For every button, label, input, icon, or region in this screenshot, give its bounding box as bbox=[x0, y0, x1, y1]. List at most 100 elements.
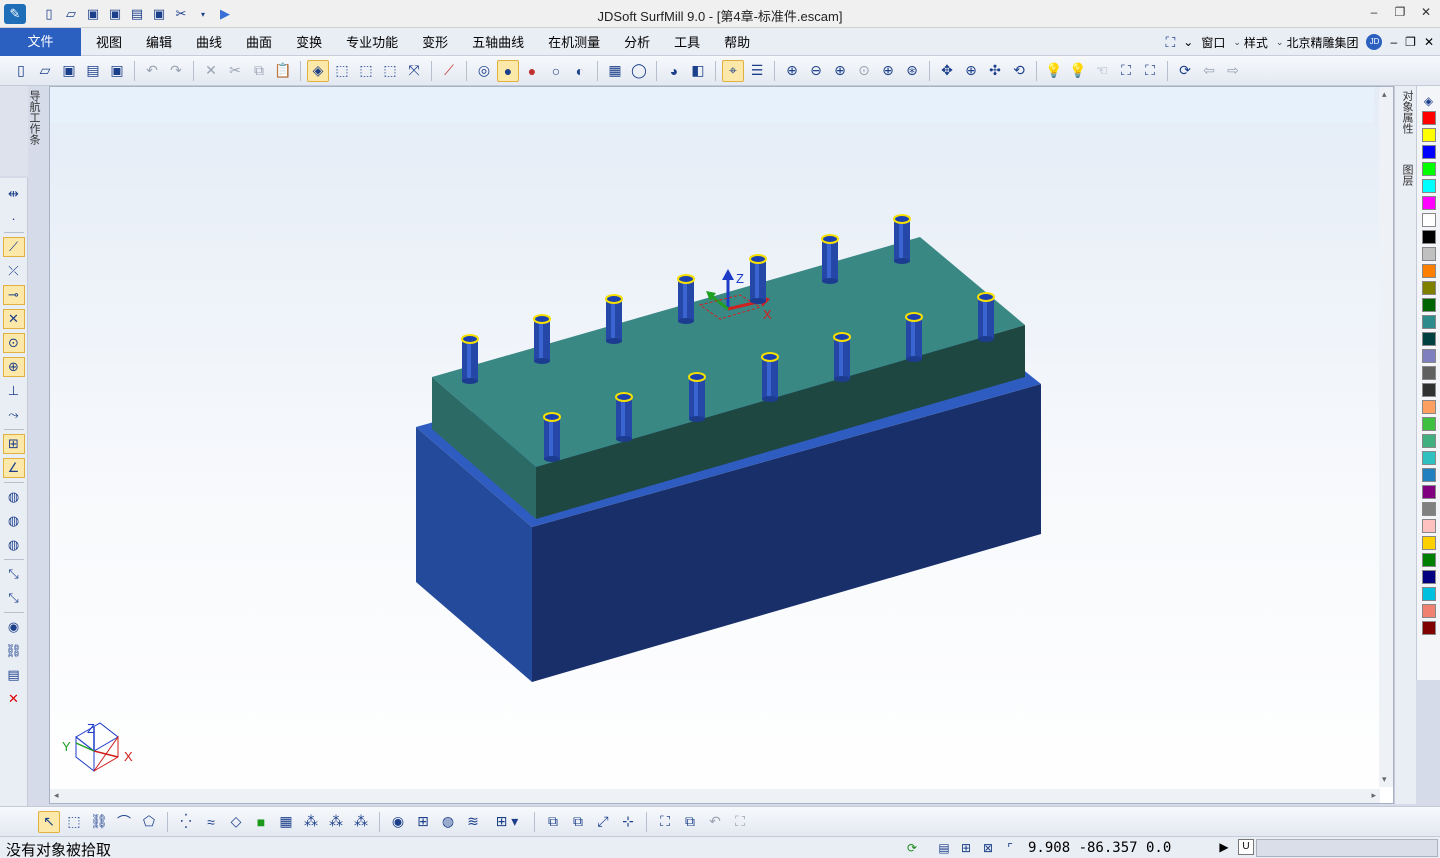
chevron-down-icon[interactable]: ⌄ bbox=[1183, 35, 1193, 49]
view-iso-icon[interactable]: ◈ bbox=[307, 59, 329, 82]
save-all-icon[interactable]: ▣ bbox=[106, 60, 128, 82]
color-swatch[interactable] bbox=[1421, 213, 1436, 227]
clipboard-icon[interactable]: ▤ bbox=[3, 665, 25, 685]
print-icon[interactable]: ▤ bbox=[128, 5, 146, 23]
coordinate-icon[interactable]: ⟋ bbox=[438, 60, 460, 82]
layer-stack-icon[interactable]: ≋ bbox=[462, 811, 484, 833]
user-badge[interactable]: JD bbox=[1366, 34, 1383, 50]
nav-workbar-tab[interactable]: 导航工作条 bbox=[28, 90, 42, 145]
refresh-icon[interactable]: ⟳ bbox=[1174, 60, 1196, 82]
company-menu[interactable]: ⌄ 北京精雕集团 bbox=[1276, 34, 1359, 51]
zoom-out-icon[interactable]: ⊖ bbox=[805, 60, 827, 82]
color-swatch[interactable] bbox=[1421, 298, 1436, 312]
midpoint-icon[interactable]: ⊸ bbox=[2, 285, 25, 305]
cut-icon[interactable]: ✂ bbox=[172, 5, 190, 23]
menu-five-axis-curve[interactable]: 五轴曲线 bbox=[460, 28, 536, 56]
new-file-icon[interactable]: ▯ bbox=[10, 60, 32, 82]
sphere-icon[interactable]: ◯ bbox=[628, 60, 650, 82]
color-swatch[interactable] bbox=[1421, 383, 1436, 397]
ungroup-icon[interactable]: ⧉ bbox=[567, 811, 589, 833]
sync-icon[interactable]: ⟳ bbox=[904, 840, 920, 856]
menu-deform[interactable]: 变形 bbox=[410, 28, 460, 56]
app-logo-icon[interactable]: ✎ bbox=[4, 4, 26, 24]
window-menu[interactable]: 窗口 bbox=[1201, 34, 1225, 51]
back-arrow-icon[interactable]: ⇦ bbox=[1198, 60, 1220, 82]
filter-solid-icon[interactable]: ■ bbox=[250, 811, 272, 833]
render-mode-icon[interactable]: ◐ bbox=[569, 60, 591, 82]
filter-surfaces-icon[interactable]: ◇ bbox=[225, 811, 247, 833]
grid-snap-icon[interactable]: ⊞ bbox=[2, 434, 25, 454]
color-swatch[interactable] bbox=[1421, 621, 1436, 635]
model-canvas[interactable]: Z X Z Y X bbox=[50, 87, 1380, 787]
select-box-icon[interactable]: ⬚ bbox=[63, 811, 85, 833]
color-swatch[interactable] bbox=[1421, 434, 1436, 448]
paste-icon[interactable]: 📋 bbox=[272, 60, 294, 82]
light-blue-icon[interactable]: 💡 bbox=[1043, 60, 1065, 82]
move-point-icon[interactable]: ⇹ bbox=[3, 184, 25, 204]
pan-icon[interactable]: ✥ bbox=[936, 60, 958, 82]
transform-icon[interactable]: ⤢ bbox=[592, 811, 614, 833]
scale-icon[interactable]: ⛶ bbox=[654, 811, 676, 833]
menu-analysis[interactable]: 分析 bbox=[612, 28, 662, 56]
save-icon[interactable]: ▣ bbox=[58, 60, 80, 82]
layer-lock-icon[interactable]: ⊞ bbox=[412, 811, 434, 833]
mesh-icon[interactable]: ▦ bbox=[604, 60, 626, 82]
angle-snap-icon[interactable]: ∠ bbox=[2, 458, 25, 478]
perpendicular-icon[interactable]: ⊥ bbox=[3, 381, 25, 401]
color-swatch[interactable] bbox=[1421, 349, 1436, 363]
close-icon[interactable]: ✕ bbox=[1418, 4, 1434, 20]
menu-help[interactable]: 帮助 bbox=[712, 28, 762, 56]
layer-visible-icon[interactable]: ◉ bbox=[387, 811, 409, 833]
menu-professional[interactable]: 专业功能 bbox=[334, 28, 410, 56]
filter-color-icon[interactable]: ⁂ bbox=[325, 811, 347, 833]
vertical-scrollbar[interactable]: ▴ ▾ bbox=[1379, 87, 1393, 787]
scroll-right-icon[interactable]: ▸ bbox=[1371, 790, 1376, 801]
chain-icon[interactable]: ⛓ bbox=[3, 641, 25, 661]
color-swatch[interactable] bbox=[1421, 247, 1436, 261]
play-icon[interactable]: ▶ bbox=[1216, 839, 1232, 855]
color-swatch[interactable] bbox=[1421, 502, 1436, 516]
tab-layers[interactable]: 图层 bbox=[1399, 164, 1415, 186]
save-all-icon[interactable]: ▣ bbox=[150, 5, 168, 23]
restore-icon[interactable]: ❐ bbox=[1392, 4, 1408, 20]
new-file-icon[interactable]: ▯ bbox=[40, 5, 58, 23]
select-arrow-icon[interactable]: ↖ bbox=[38, 810, 60, 833]
color-cube-icon[interactable]: ◧ bbox=[687, 60, 709, 82]
light-green-icon[interactable]: 💡 bbox=[1067, 60, 1089, 82]
delete-icon[interactable]: ✕ bbox=[3, 689, 25, 709]
minimize-icon[interactable]: – bbox=[1366, 4, 1382, 20]
undo-icon[interactable]: ↶ bbox=[141, 60, 163, 82]
menu-view[interactable]: 视图 bbox=[84, 28, 134, 56]
color-swatch[interactable] bbox=[1421, 111, 1436, 125]
clear-icon[interactable]: ⛶ bbox=[729, 811, 751, 833]
scroll-left-icon[interactable]: ◂ bbox=[54, 790, 59, 801]
filter-mesh-icon[interactable]: ▦ bbox=[275, 811, 297, 833]
color-swatch[interactable] bbox=[1421, 485, 1436, 499]
layer-icon[interactable]: ◉ bbox=[3, 617, 25, 637]
horizontal-scrollbar[interactable]: ◂ ▸ bbox=[50, 789, 1380, 803]
fit-view-icon[interactable]: ⛶ bbox=[1115, 60, 1137, 82]
3d-viewport[interactable]: Z X Z Y X ▴ ▾ ◂ ▸ bbox=[49, 86, 1394, 804]
run-icon[interactable]: ▶ bbox=[216, 5, 234, 23]
scroll-up-icon[interactable]: ▴ bbox=[1382, 89, 1387, 100]
zoom-all-icon[interactable]: ⊕ bbox=[877, 60, 899, 82]
color-swatch[interactable] bbox=[1421, 400, 1436, 414]
color-swatch[interactable] bbox=[1421, 553, 1436, 567]
view-top-icon[interactable]: ⬚ bbox=[355, 60, 377, 82]
zoom-previous-icon[interactable]: ⊙ bbox=[853, 60, 875, 82]
copy-layer-icon[interactable]: ⧉ bbox=[679, 811, 701, 833]
open-file-icon[interactable]: ▱ bbox=[62, 5, 80, 23]
rotate-axis-icon[interactable]: ⟲ bbox=[1008, 60, 1030, 82]
grid-icon[interactable]: ⊞ bbox=[958, 840, 974, 856]
menu-tools[interactable]: 工具 bbox=[662, 28, 712, 56]
point-icon[interactable]: · bbox=[3, 208, 25, 228]
color-swatch[interactable] bbox=[1421, 417, 1436, 431]
hidden-line-icon[interactable]: ○ bbox=[545, 60, 567, 82]
pick-icon[interactable]: ⤡ bbox=[3, 564, 25, 584]
chevron-down-icon[interactable]: ▾ bbox=[194, 5, 212, 23]
view-front-icon[interactable]: ⬚ bbox=[331, 60, 353, 82]
zoom-dynamic-icon[interactable]: ⊕ bbox=[960, 60, 982, 82]
color-swatch[interactable] bbox=[1421, 315, 1436, 329]
redo-icon[interactable]: ↷ bbox=[165, 60, 187, 82]
menu-surface[interactable]: 曲面 bbox=[234, 28, 284, 56]
